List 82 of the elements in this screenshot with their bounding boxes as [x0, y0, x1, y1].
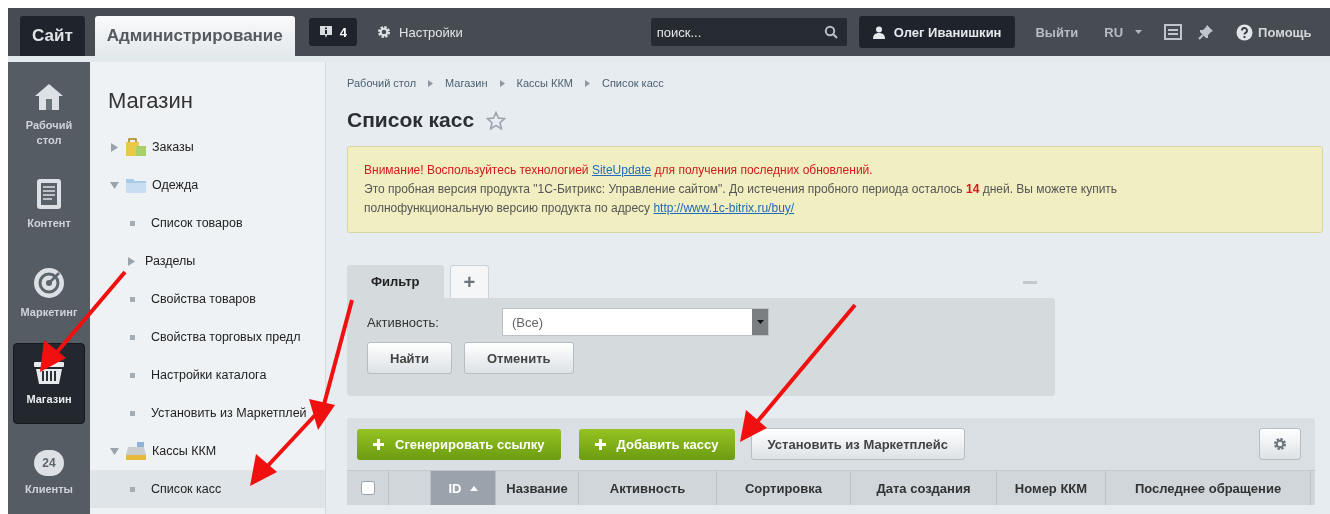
bullet-icon	[130, 486, 135, 492]
cloud-icon: 24	[34, 449, 64, 476]
trial-notice-text: Это пробная версия продукта "1С-Битрикс: Управление сайтом". До истечения пробного периода осталось 14 дней. Вы можете купить полнофункциональную версию продукта по адресу http://www.1c-bitrix.ru/buy/	[364, 181, 1119, 217]
target-icon	[33, 267, 65, 300]
bullet-icon	[130, 372, 135, 378]
caret-icon	[756, 320, 764, 324]
tree-item[interactable]: Список товаров	[90, 204, 247, 242]
warning-text: Внимание! Воспользуйтесь технологией SiteUpdate для получения последних обновлений.	[364, 162, 874, 179]
rail-item[interactable]: Маркетинг	[13, 253, 85, 335]
help-link[interactable]: Помощь	[1230, 22, 1318, 42]
buy-link[interactable]: http://www.1c-bitrix.ru/buy/	[653, 201, 795, 215]
settings-button[interactable]: Настройки	[371, 23, 469, 41]
filter-button[interactable]: Отменить	[463, 342, 574, 374]
filter-tab[interactable]: Фильтр	[347, 265, 444, 298]
tree-item[interactable]: Заказы	[90, 128, 198, 166]
sidebar-title: Магазин	[107, 87, 194, 115]
field-label: Активность:	[367, 314, 440, 330]
pin-icon[interactable]	[1198, 24, 1215, 40]
breadcrumb-link[interactable]: Кассы ККМ	[516, 77, 573, 89]
column-header[interactable]: Номер ККМ	[997, 471, 1106, 505]
tree-item[interactable]: Список касс	[90, 470, 325, 508]
tree-item[interactable]: Одежда	[90, 166, 203, 204]
document-icon	[36, 177, 62, 210]
collapsed-arrow-icon	[127, 256, 136, 266]
caret-icon	[1135, 30, 1143, 34]
plus-icon	[594, 438, 606, 450]
breadcrumb-link[interactable]: Рабочий стол	[347, 77, 417, 89]
page-title: Список касс	[347, 108, 475, 132]
sort-ascending-icon	[469, 485, 478, 491]
plus-icon	[373, 438, 384, 450]
column-header[interactable]: Дата создания	[851, 471, 997, 505]
toolbar-button[interactable]: Установить из Маркетплейс	[750, 428, 965, 460]
rail-item[interactable]: Контент	[13, 163, 85, 246]
tree-item[interactable]: Кассы ККМ	[90, 432, 221, 470]
gear-icon	[1273, 437, 1287, 451]
top-tab[interactable]: Сайт	[20, 16, 85, 56]
language-selector[interactable]: RU	[1098, 23, 1149, 41]
rail-item[interactable]: 24 Клиенты	[13, 432, 85, 514]
bullet-icon	[130, 410, 135, 416]
house-icon	[34, 81, 64, 112]
bullet-icon	[130, 220, 135, 226]
cash-register-icon	[125, 441, 147, 461]
search-icon	[823, 25, 838, 39]
chevron-icon	[584, 79, 590, 87]
tree-item[interactable]: Свойства торговых предл	[90, 318, 305, 356]
filter-button[interactable]: Найти	[367, 342, 452, 374]
folder-icon	[125, 176, 147, 194]
expanded-arrow-icon	[110, 446, 119, 456]
column-header[interactable]: Последнее обращение	[1106, 471, 1311, 505]
tree-item[interactable]: Настройки каталога	[90, 356, 271, 394]
chevron-icon	[499, 79, 505, 87]
column-header[interactable]: Название	[496, 471, 579, 505]
shopping-bag-icon	[125, 137, 147, 157]
activity-dropdown[interactable]: (Все)	[502, 308, 769, 336]
column-header[interactable]: Сортировка	[717, 471, 851, 505]
tree-item[interactable]: Разделы	[90, 242, 200, 280]
notifications-button[interactable]: 4	[308, 18, 357, 46]
breadcrumb-link[interactable]: Список касс	[601, 77, 664, 89]
settings-button[interactable]	[1259, 428, 1301, 460]
collapsed-arrow-icon	[110, 142, 119, 152]
bullet-icon	[130, 296, 135, 302]
person-icon	[872, 25, 885, 39]
help-icon	[1236, 23, 1254, 41]
column-header[interactable]: Активность	[579, 471, 717, 505]
logout-link[interactable]: Выйти	[1029, 23, 1085, 41]
star-icon[interactable]	[486, 110, 507, 130]
rail-item[interactable]: Магазин	[13, 342, 85, 425]
select-all-checkbox[interactable]	[360, 481, 375, 495]
info-icon	[318, 25, 333, 39]
bullet-icon	[130, 334, 135, 340]
tree-item[interactable]: Установить из Маркетплей	[90, 394, 311, 432]
search-field[interactable]: поиск...	[650, 18, 847, 46]
breadcrumb-link[interactable]: Магазин	[445, 77, 488, 89]
rail-item[interactable]: Рабочий стол	[13, 74, 85, 156]
user-button[interactable]: Олег Иванишкин	[858, 16, 1016, 48]
top-tab[interactable]: Администрирование	[94, 16, 295, 56]
chevron-icon	[428, 79, 434, 87]
filter-tab[interactable]: +	[449, 265, 490, 298]
expanded-arrow-icon	[110, 180, 119, 190]
gear-icon	[377, 25, 391, 39]
tree-item[interactable]: Свойства товаров	[90, 280, 260, 318]
siteupdate-link[interactable]: SiteUpdate	[591, 163, 652, 177]
